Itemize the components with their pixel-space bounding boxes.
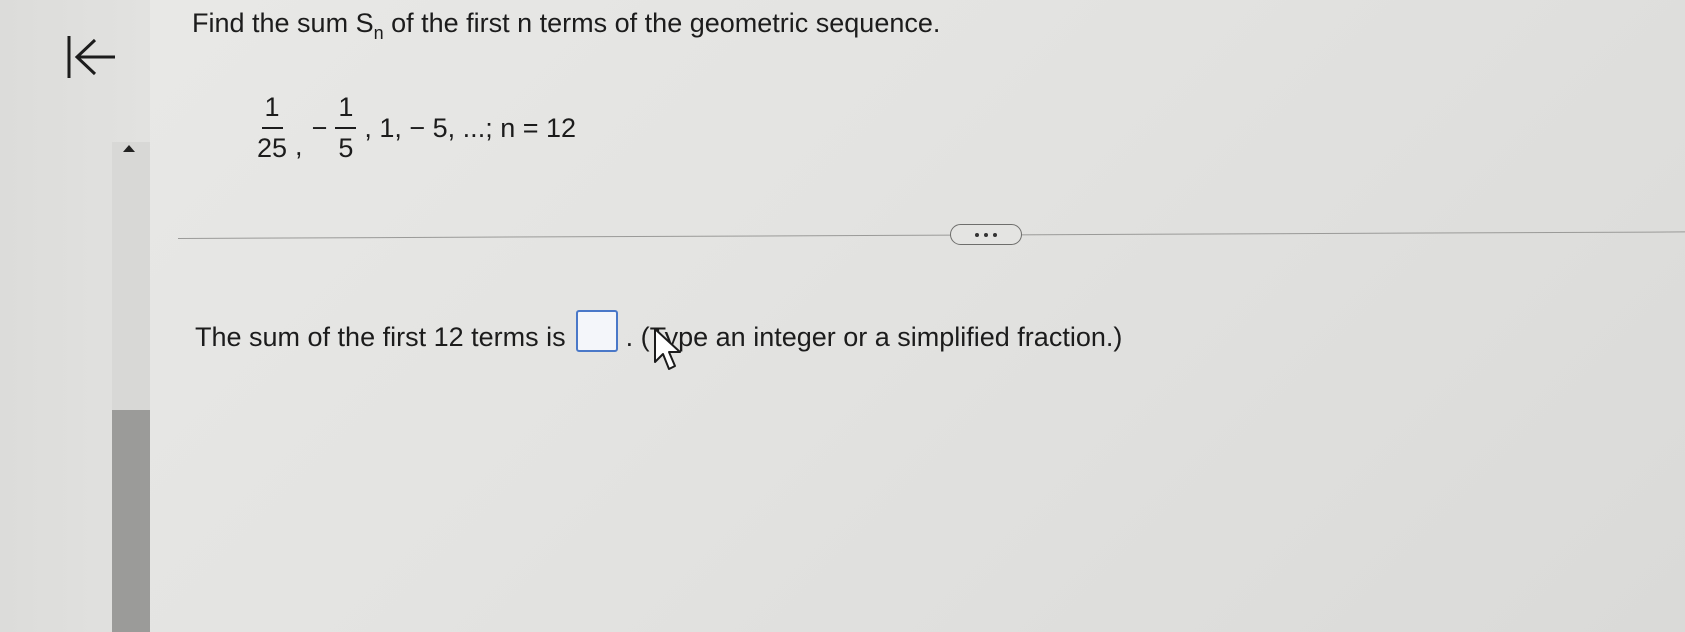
more-options-button[interactable] — [950, 224, 1022, 245]
question-subscript: n — [373, 23, 384, 43]
minus-sign: − — [311, 112, 328, 143]
fraction-second-term: 1 5 — [335, 94, 357, 163]
answer-input[interactable] — [575, 310, 618, 352]
question-prefix: Find the sum S — [192, 8, 374, 38]
back-button[interactable] — [62, 30, 120, 88]
scrollbar-thumb[interactable] — [112, 410, 150, 632]
fraction-numerator: 1 — [261, 94, 283, 129]
scroll-up-arrow-icon[interactable] — [123, 145, 135, 152]
answer-prefix: The sum of the first 12 terms is — [195, 321, 566, 352]
sequence-expression: 1 25 , − 1 5 , 1, − 5, ...; n = 12 — [252, 94, 576, 162]
more-options-icon — [984, 232, 988, 237]
fraction-numerator: 1 — [335, 94, 357, 129]
fraction-denominator: 25 — [257, 133, 288, 163]
sequence-separator: , — [295, 130, 303, 161]
more-options-icon — [993, 232, 997, 237]
section-divider — [177, 231, 1685, 239]
question-suffix: of the first n terms of the geometric se… — [383, 8, 941, 38]
fraction-first-term: 1 25 — [254, 94, 290, 162]
fraction-denominator: 5 — [338, 133, 354, 163]
answer-hint: . (Type an integer or a simplified fract… — [625, 321, 1123, 352]
more-options-icon — [975, 232, 979, 237]
sequence-tail: , 1, − 5, ...; n = 12 — [364, 112, 577, 143]
mouse-pointer-icon — [652, 326, 686, 376]
back-to-start-icon — [63, 32, 119, 87]
question-text: Find the sum Sn of the first n terms of … — [192, 8, 940, 44]
